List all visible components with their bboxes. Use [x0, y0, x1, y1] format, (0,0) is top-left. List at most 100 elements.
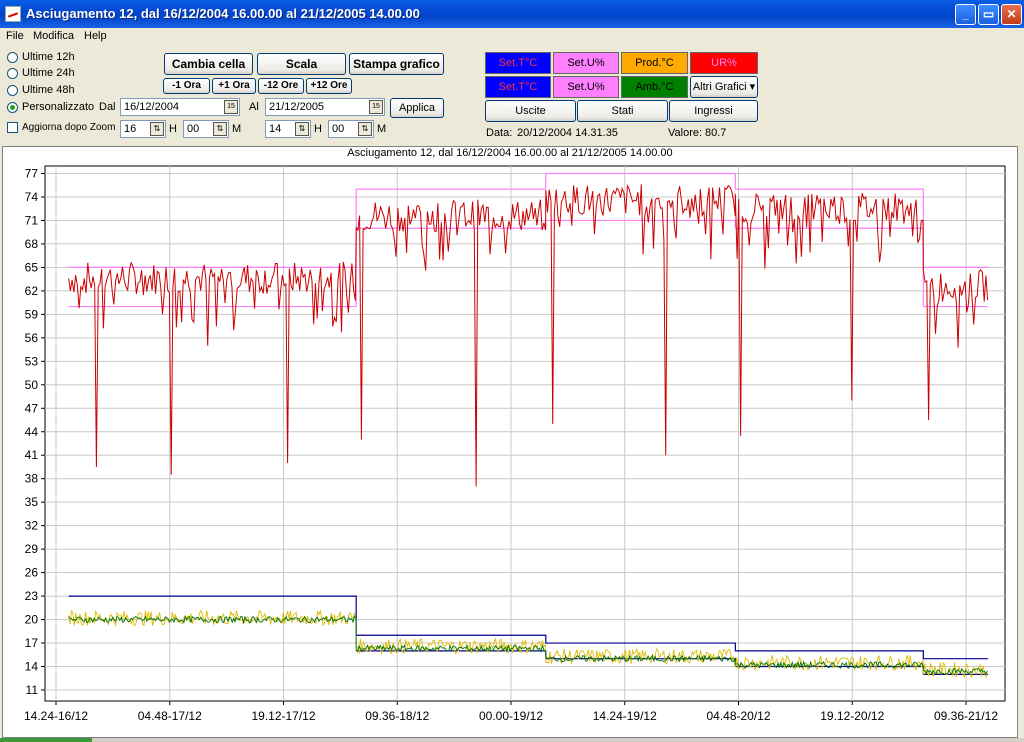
chart-panel[interactable]: Asciugamento 12, dal 16/12/2004 16.00.00…	[2, 146, 1018, 738]
menu-bar: File Modifica Help	[0, 28, 1024, 46]
minus-12-hours-button[interactable]: -12 Ore	[258, 78, 304, 94]
x-tick-label: 04.48-17/12	[138, 709, 202, 723]
from-hour-field[interactable]: 16 ⇅	[120, 120, 166, 138]
y-tick-label: 53	[25, 354, 39, 368]
radio-label-24h: Ultime 24h	[22, 67, 75, 79]
radio-personalizzato[interactable]	[7, 102, 18, 113]
dropdown-arrow-icon: ▾	[746, 81, 756, 93]
y-tick-label: 59	[25, 307, 39, 321]
radio-ultime-48h[interactable]	[7, 85, 18, 96]
to-hour-field[interactable]: 14 ⇅	[265, 120, 311, 138]
minimize-button[interactable]: _	[955, 4, 976, 25]
radio-ultime-12h[interactable]	[7, 52, 18, 63]
chart-svg[interactable]: 11 14 17 20 23 26 29 32 35 38 41 44 47 50 53 56 59 62 65 68…	[3, 147, 1017, 737]
menu-file[interactable]: File	[6, 30, 24, 42]
menu-help[interactable]: Help	[84, 30, 107, 42]
y-tick-label: 47	[25, 401, 39, 415]
y-tick-label: 44	[25, 425, 39, 439]
to-date-field[interactable]: 21/12/2005 15	[265, 98, 385, 116]
legend-toggle-set-t-c[interactable]: Set.T°C	[485, 52, 551, 74]
altri-grafici-button[interactable]: Altri Grafici ▾	[690, 76, 758, 98]
x-tick-label: 00.00-19/12	[479, 709, 543, 723]
y-tick-label: 71	[25, 213, 39, 227]
close-button[interactable]: ✕	[1001, 4, 1022, 25]
legend-toggle-set-u-[interactable]: Set.U%	[553, 52, 619, 74]
to-minute-field[interactable]: 00 ⇅	[328, 120, 374, 138]
from-date-value: 16/12/2004	[124, 101, 180, 113]
series-ur--line	[68, 184, 989, 487]
y-tick-label: 41	[25, 448, 39, 462]
calendar-icon[interactable]: 15	[369, 100, 383, 114]
legend-toggle-set-t-c[interactable]: Set.T°C	[485, 76, 551, 98]
update-after-zoom-label: Aggiorna dopo Zoom	[22, 122, 116, 133]
ingressi-button[interactable]: Ingressi	[669, 100, 758, 122]
updown-arrows-icon[interactable]: ⇅	[358, 122, 372, 136]
legend-toggle-ur-[interactable]: UR%	[690, 52, 758, 74]
y-tick-label: 65	[25, 260, 39, 274]
from-minute-field[interactable]: 00 ⇅	[183, 120, 229, 138]
stampa-grafico-button[interactable]: Stampa grafico	[349, 53, 444, 75]
series-set-t-c-line	[356, 650, 989, 675]
from-minute-value: 00	[187, 123, 200, 135]
cursor-value-label: Valore:	[668, 127, 703, 139]
x-tick-label: 14.24-19/12	[593, 709, 657, 723]
plus-1-hour-button[interactable]: +1 Ora	[212, 78, 256, 94]
from-date-field[interactable]: 16/12/2004 15	[120, 98, 240, 116]
cursor-date-label: Data:	[486, 127, 513, 139]
title-bar[interactable]: Asciugamento 12, dal 16/12/2004 16.00.00…	[0, 0, 1024, 28]
radio-label-12h: Ultime 12h	[22, 51, 75, 63]
to-minute-unit: M	[377, 123, 387, 135]
minus-1-hour-button[interactable]: -1 Ora	[163, 78, 210, 94]
uscite-button[interactable]: Uscite	[485, 100, 576, 122]
x-tick-label: 19.12-20/12	[820, 709, 884, 723]
y-tick-label: 32	[25, 519, 39, 533]
applica-button[interactable]: Applica	[390, 98, 444, 118]
x-tick-label: 19.12-17/12	[251, 709, 315, 723]
y-tick-label: 35	[25, 495, 39, 509]
y-tick-label: 56	[25, 331, 39, 345]
y-tick-label: 17	[25, 636, 39, 650]
y-tick-label: 38	[25, 472, 39, 486]
radio-ultime-24h[interactable]	[7, 68, 18, 79]
y-tick-label: 50	[25, 378, 39, 392]
y-tick-label: 23	[25, 589, 39, 603]
cursor-date-value: 20/12/2004 14.31.35	[517, 127, 618, 139]
from-minute-unit: M	[232, 123, 242, 135]
updown-arrows-icon[interactable]: ⇅	[150, 122, 164, 136]
to-label: Al	[249, 101, 259, 113]
app-chart-icon	[5, 6, 21, 22]
update-after-zoom-checkbox[interactable]	[7, 122, 18, 133]
plus-12-hours-button[interactable]: +12 Ore	[306, 78, 352, 94]
x-tick-label: 04.48-20/12	[706, 709, 770, 723]
stati-button[interactable]: Stati	[577, 100, 668, 122]
x-tick-label: 09.36-18/12	[365, 709, 429, 723]
cambia-cella-button[interactable]: Cambia cella	[164, 53, 253, 75]
series-amb-c-line	[68, 615, 988, 676]
calendar-icon[interactable]: 15	[224, 100, 238, 114]
scala-button[interactable]: Scala	[257, 53, 346, 75]
from-hour-unit: H	[169, 123, 177, 135]
x-tick-label: 09.36-21/12	[934, 709, 998, 723]
maximize-button[interactable]: ▭	[978, 4, 999, 25]
y-tick-label: 68	[25, 237, 39, 251]
from-hour-value: 16	[124, 123, 137, 135]
legend-toggle-set-u-[interactable]: Set.U%	[553, 76, 619, 98]
altri-grafici-label: Altri Grafici	[692, 81, 747, 93]
menu-modifica[interactable]: Modifica	[33, 30, 74, 42]
y-tick-label: 26	[25, 566, 39, 580]
y-tick-label: 29	[25, 542, 39, 556]
y-tick-label: 11	[26, 683, 39, 697]
updown-arrows-icon[interactable]: ⇅	[213, 122, 227, 136]
to-minute-value: 00	[332, 123, 345, 135]
y-tick-label: 20	[25, 613, 39, 627]
y-tick-label: 14	[25, 660, 39, 674]
window-title: Asciugamento 12, dal 16/12/2004 16.00.00…	[26, 6, 420, 21]
x-tick-label: 14.24-16/12	[24, 709, 88, 723]
y-tick-label: 77	[25, 167, 39, 181]
legend-toggle-amb-c[interactable]: Amb.°C	[621, 76, 688, 98]
taskbar-strip	[0, 738, 1024, 742]
cursor-value: 80.7	[705, 127, 727, 139]
radio-label-48h: Ultime 48h	[22, 84, 75, 96]
legend-toggle-prod-c[interactable]: Prod.°C	[621, 52, 688, 74]
updown-arrows-icon[interactable]: ⇅	[295, 122, 309, 136]
